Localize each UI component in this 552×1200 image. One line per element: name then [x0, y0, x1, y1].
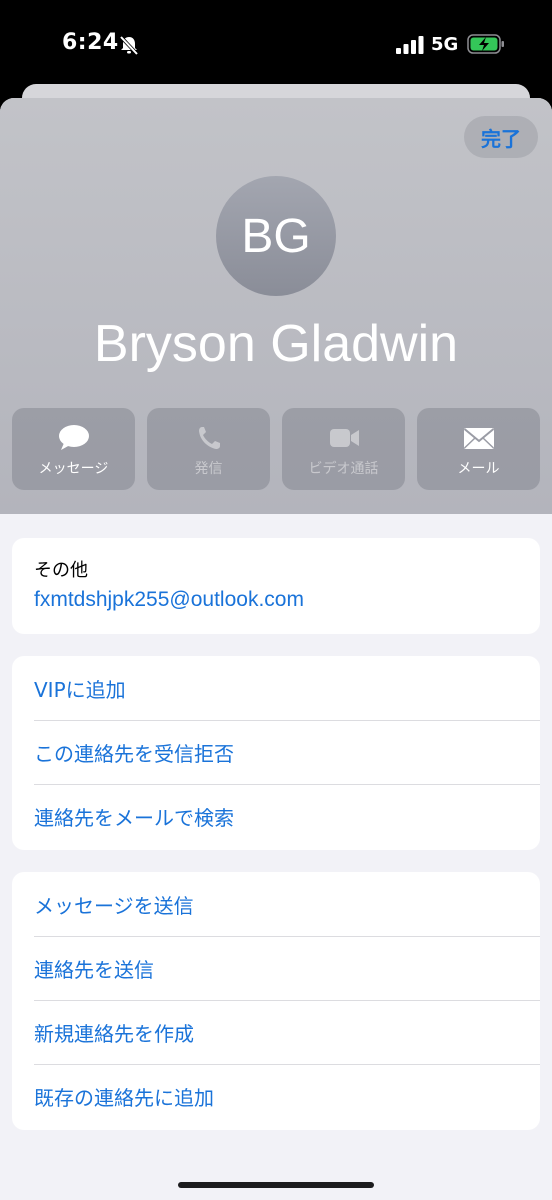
share-contact-row[interactable]: 連絡先を送信: [12, 936, 540, 1000]
home-indicator[interactable]: [178, 1182, 374, 1188]
network-type: 5G: [431, 34, 459, 55]
action-label: 発信: [194, 461, 223, 477]
status-time: 6:24: [62, 30, 119, 55]
video-call-action-button[interactable]: ビデオ通話: [282, 408, 405, 490]
mail-action-button[interactable]: メール: [417, 408, 540, 490]
video-camera-icon: [329, 429, 359, 447]
done-button[interactable]: 完了: [464, 116, 538, 158]
email-card: その他 fxmtdshjpk255@outlook.com: [12, 538, 540, 634]
avatar[interactable]: BG: [216, 176, 336, 296]
action-label: ビデオ通話: [308, 461, 379, 477]
quick-actions: メッセージ 発信 ビデオ通話 メール: [12, 408, 540, 490]
email-label: その他: [34, 560, 88, 581]
add-to-existing-row[interactable]: 既存の連絡先に追加: [12, 1064, 540, 1128]
silent-bell-icon: [119, 35, 139, 56]
phone-icon: [198, 427, 220, 449]
add-to-vip-row[interactable]: VIPに追加: [12, 656, 540, 720]
contact-options-card: VIPに追加 この連絡先を受信拒否 連絡先をメールで検索: [12, 656, 540, 850]
mail-envelope-icon: [463, 428, 494, 449]
status-bar: 6:24 5G: [0, 0, 552, 92]
message-bubble-icon: [58, 425, 89, 450]
contact-actions-card: メッセージを送信 連絡先を送信 新規連絡先を作成 既存の連絡先に追加: [12, 872, 540, 1130]
email-link[interactable]: fxmtdshjpk255@outlook.com: [34, 588, 304, 612]
battery-charging-icon: [467, 34, 504, 54]
message-action-button[interactable]: メッセージ: [12, 408, 135, 490]
send-message-row[interactable]: メッセージを送信: [12, 872, 540, 936]
contact-header: 完了 BG Bryson Gladwin メッセージ 発信 ビデオ通話 メール: [0, 98, 552, 514]
create-contact-row[interactable]: 新規連絡先を作成: [12, 1000, 540, 1064]
call-action-button[interactable]: 発信: [147, 408, 270, 490]
action-label: メッセージ: [38, 461, 109, 477]
cellular-signal-icon: [396, 36, 424, 54]
contact-name: Bryson Gladwin: [93, 315, 459, 373]
block-contact-row[interactable]: この連絡先を受信拒否: [12, 720, 540, 784]
search-mail-row[interactable]: 連絡先をメールで検索: [12, 784, 540, 848]
action-label: メール: [457, 461, 500, 477]
